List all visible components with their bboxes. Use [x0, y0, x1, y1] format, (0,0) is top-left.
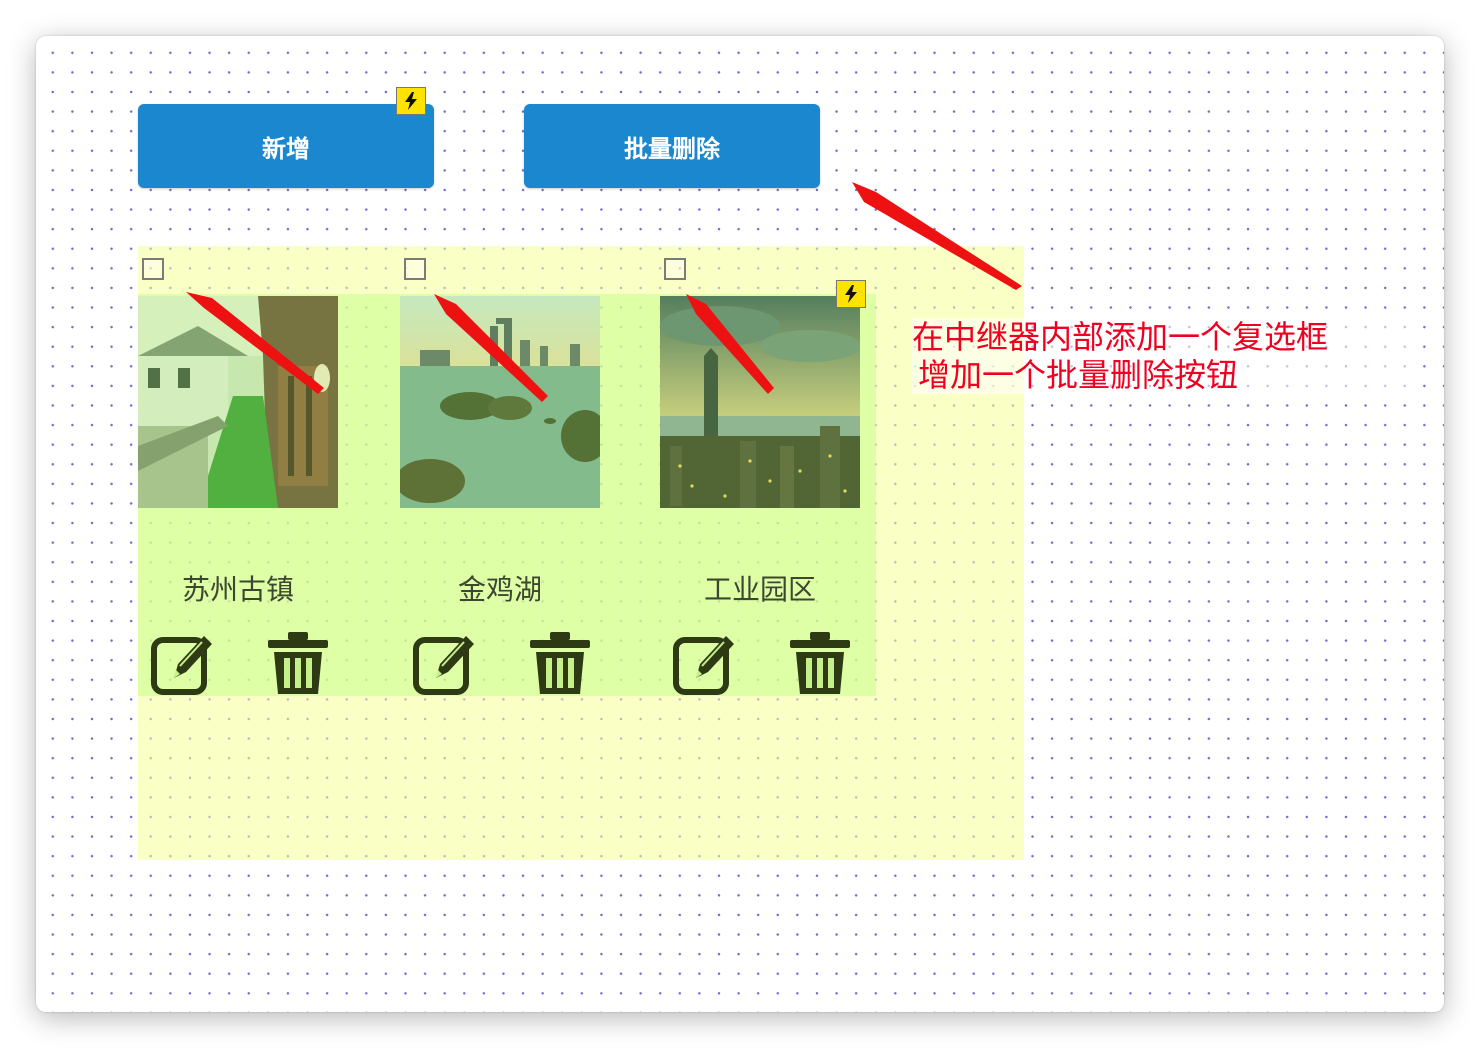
card-title: 苏州古镇	[181, 573, 294, 606]
edit-icon[interactable]	[672, 630, 740, 698]
trash-icon[interactable]	[786, 630, 854, 698]
trash-icon[interactable]	[526, 630, 594, 698]
photo-ancient-town	[138, 296, 338, 508]
photo-lake	[400, 296, 600, 508]
photo-city	[660, 296, 860, 508]
lightning-icon	[396, 87, 426, 115]
canvas: 新增 批量删除 苏州古镇 金鸡湖 工业园区 在中继器内部添加一个复选框 增加一个…	[36, 36, 1444, 1012]
annotation-line-2: 增加一个批量删除按钮	[918, 356, 1239, 394]
checkbox-icon[interactable]	[142, 258, 164, 280]
checkbox-icon[interactable]	[664, 258, 686, 280]
batch-delete-button[interactable]: 批量删除	[524, 104, 820, 188]
card-title: 金鸡湖	[457, 573, 542, 606]
list-item: 苏州古镇	[138, 256, 378, 696]
add-button[interactable]: 新增	[138, 104, 434, 188]
card-title: 工业园区	[703, 573, 816, 606]
annotation-line-1: 在中继器内部添加一个复选框	[912, 318, 1329, 356]
edit-icon[interactable]	[150, 630, 218, 698]
checkbox-icon[interactable]	[404, 258, 426, 280]
list-item: 工业园区	[660, 256, 900, 696]
edit-icon[interactable]	[412, 630, 480, 698]
lightning-icon	[836, 280, 866, 308]
annotation-note: 在中继器内部添加一个复选框 增加一个批量删除按钮	[912, 318, 1412, 394]
list-item: 金鸡湖	[400, 256, 640, 696]
trash-icon[interactable]	[264, 630, 332, 698]
